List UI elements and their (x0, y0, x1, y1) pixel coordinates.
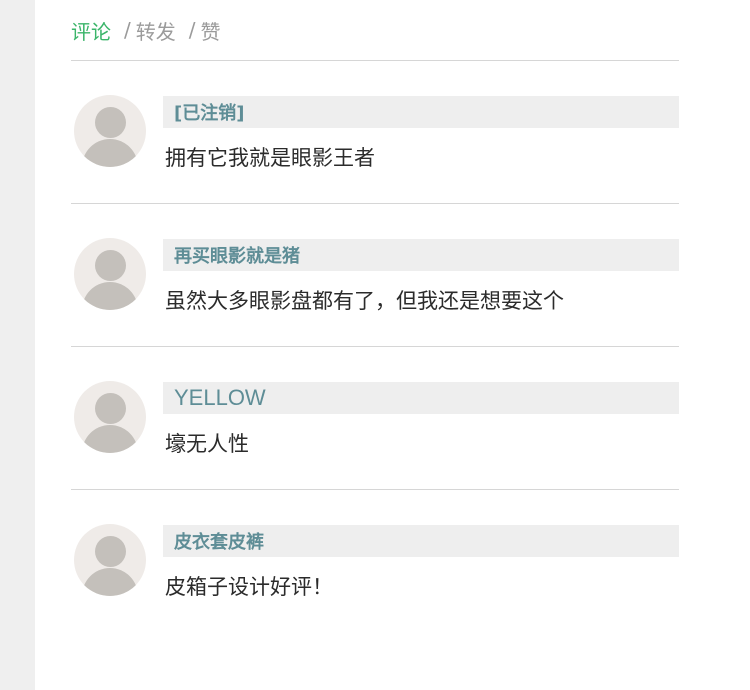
comment-item: YELLOW 壕无人性 (71, 347, 679, 490)
tab-separator: / (188, 18, 196, 42)
comment-item: 皮衣套皮裤 皮箱子设计好评！ (71, 490, 679, 633)
comment-username[interactable]: YELLOW (163, 382, 679, 414)
avatar-body-shape (82, 139, 138, 167)
comment-item: 再买眼影就是猪 虽然大多眼影盘都有了，但我还是想要这个 (71, 204, 679, 347)
avatar-head-shape (95, 107, 126, 138)
interaction-tabs: 评论 / 转发 / 赞 (71, 0, 679, 61)
tab-separator: / (124, 18, 131, 42)
comment-item: [已注销] 拥有它我就是眼影王者 (71, 61, 679, 204)
tab-comments[interactable]: 评论 (71, 16, 111, 45)
default-user-avatar-icon[interactable] (74, 95, 146, 167)
tab-reposts[interactable]: 转发 (136, 16, 176, 45)
comment-username[interactable]: [已注销] (163, 96, 679, 128)
left-side-strip (0, 0, 35, 690)
avatar-body-shape (82, 425, 138, 453)
default-user-avatar-icon[interactable] (74, 238, 146, 310)
avatar-head-shape (95, 536, 126, 567)
comment-text: 壕无人性 (165, 432, 249, 456)
comment-text: 拥有它我就是眼影王者 (165, 146, 375, 170)
comment-text: 虽然大多眼影盘都有了，但我还是想要这个 (165, 289, 564, 313)
comment-username[interactable]: 皮衣套皮裤 (163, 525, 679, 557)
avatar-body-shape (82, 282, 138, 310)
avatar-head-shape (95, 393, 126, 424)
comment-text: 皮箱子设计好评！ (165, 575, 333, 599)
tab-likes[interactable]: 赞 (201, 16, 221, 45)
default-user-avatar-icon[interactable] (74, 381, 146, 453)
default-user-avatar-icon[interactable] (74, 524, 146, 596)
avatar-body-shape (82, 568, 138, 596)
comment-username[interactable]: 再买眼影就是猪 (163, 239, 679, 271)
avatar-head-shape (95, 250, 126, 281)
comments-panel: 评论 / 转发 / 赞 [已注销] 拥有它我就是眼影王者 再买眼影就是猪 虽然大… (71, 0, 679, 633)
